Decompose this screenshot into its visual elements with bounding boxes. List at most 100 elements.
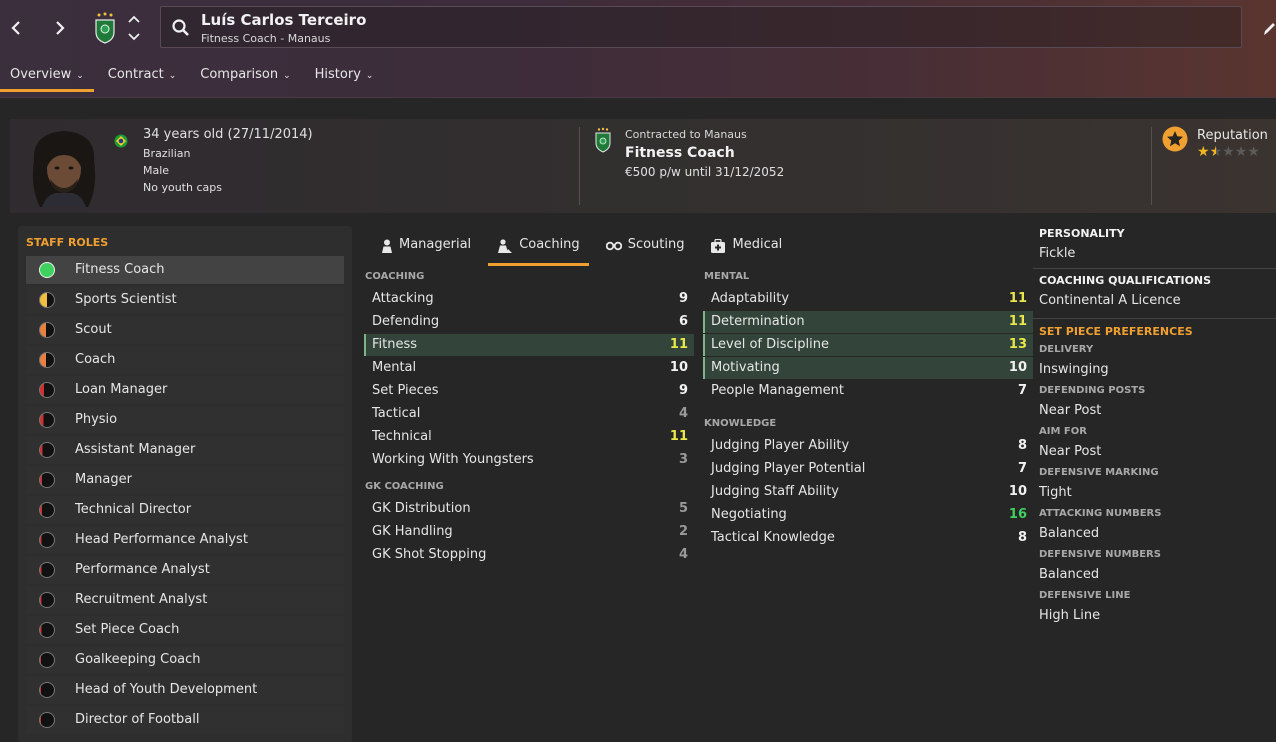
role-suitability-icon bbox=[39, 652, 55, 668]
back-arrow-icon[interactable] bbox=[2, 14, 30, 42]
attribute-row[interactable]: Judging Player Potential 7 bbox=[703, 458, 1033, 480]
tab-comparison[interactable]: Comparison ⌄ bbox=[190, 58, 300, 90]
role-row[interactable]: Recruitment Analyst bbox=[26, 586, 344, 614]
tab-managerial[interactable]: Managerial bbox=[372, 230, 480, 266]
set-piece-pref-value: Near Post bbox=[1039, 444, 1102, 459]
reputation-star-icon bbox=[1162, 126, 1188, 152]
role-row[interactable]: Head of Youth Development bbox=[26, 676, 344, 704]
club-badge-icon[interactable] bbox=[94, 12, 116, 44]
attribute-row[interactable]: Level of Discipline 13 bbox=[703, 334, 1033, 356]
forward-arrow-icon[interactable] bbox=[46, 14, 74, 42]
edit-pencil-icon[interactable] bbox=[1262, 18, 1276, 38]
attribute-row[interactable]: GK Shot Stopping 4 bbox=[364, 544, 694, 566]
attribute-name: Judging Staff Ability bbox=[711, 484, 839, 499]
role-label: Set Piece Coach bbox=[75, 622, 180, 637]
attribute-name: Mental bbox=[372, 360, 417, 375]
role-row[interactable]: Performance Analyst bbox=[26, 556, 344, 584]
attribute-row[interactable]: Set Pieces 9 bbox=[364, 380, 694, 402]
set-piece-pref-value: High Line bbox=[1039, 608, 1101, 623]
role-row[interactable]: Coach bbox=[26, 346, 344, 374]
tab-overview[interactable]: Overview ⌄ bbox=[0, 58, 94, 92]
role-row[interactable]: Manager bbox=[26, 466, 344, 494]
attribute-name: Attacking bbox=[372, 291, 434, 306]
tab-label: Overview bbox=[10, 67, 72, 82]
attribute-row[interactable]: Judging Player Ability 8 bbox=[703, 435, 1033, 457]
attribute-value: 11 bbox=[669, 429, 688, 444]
role-suitability-icon bbox=[39, 562, 55, 578]
attribute-row[interactable]: Technical 11 bbox=[364, 426, 694, 448]
role-row[interactable]: Physio bbox=[26, 406, 344, 434]
set-piece-pref-label: DELIVERY bbox=[1039, 344, 1094, 355]
tab-coaching[interactable]: Coaching bbox=[488, 230, 589, 266]
contract-label: Contracted to Manaus bbox=[625, 128, 747, 141]
star-icon: ★ bbox=[1234, 144, 1248, 160]
tab-medical[interactable]: Medical bbox=[701, 230, 791, 266]
role-row[interactable]: Assistant Manager bbox=[26, 436, 344, 464]
role-row[interactable]: Goalkeeping Coach bbox=[26, 646, 344, 674]
role-suitability-icon bbox=[39, 382, 55, 398]
personality-title: PERSONALITY bbox=[1039, 227, 1125, 240]
switch-updown-icon[interactable] bbox=[126, 13, 142, 43]
role-row[interactable]: Technical Director bbox=[26, 496, 344, 524]
staff-search-box[interactable]: Luís Carlos Terceiro Fitness Coach - Man… bbox=[160, 6, 1242, 48]
star-icon: ★ bbox=[1222, 144, 1235, 160]
role-suitability-icon bbox=[39, 532, 55, 548]
attribute-value: 11 bbox=[669, 337, 688, 352]
attribute-row[interactable]: Fitness 11 bbox=[364, 334, 694, 356]
staff-age: 34 years old (27/11/2014) bbox=[143, 127, 313, 142]
divider bbox=[1033, 268, 1276, 269]
attribute-row[interactable]: Judging Staff Ability 10 bbox=[703, 481, 1033, 503]
attribute-row[interactable]: Attacking 9 bbox=[364, 288, 694, 310]
attribute-row[interactable]: Motivating 10 bbox=[703, 357, 1033, 379]
attribute-row[interactable]: GK Distribution 5 bbox=[364, 498, 694, 520]
attribute-value: 8 bbox=[1017, 438, 1027, 453]
attribute-row[interactable]: Defending 6 bbox=[364, 311, 694, 333]
tab-label: Scouting bbox=[627, 237, 685, 252]
tab-contract[interactable]: Contract ⌄ bbox=[98, 58, 186, 90]
attribute-name: Level of Discipline bbox=[711, 337, 829, 352]
role-suitability-icon bbox=[39, 592, 55, 608]
role-label: Manager bbox=[75, 472, 132, 487]
role-row[interactable]: Loan Manager bbox=[26, 376, 344, 404]
attribute-value: 13 bbox=[1008, 337, 1027, 352]
tab-scouting[interactable]: Scouting bbox=[597, 230, 694, 266]
role-suitability-icon bbox=[39, 682, 55, 698]
role-row[interactable]: Fitness Coach bbox=[26, 256, 344, 284]
tab-history[interactable]: History ⌄ bbox=[305, 58, 384, 90]
attribute-row[interactable]: People Management 7 bbox=[703, 380, 1033, 402]
attribute-name: GK Shot Stopping bbox=[372, 547, 487, 562]
attribute-row[interactable]: Tactical Knowledge 8 bbox=[703, 527, 1033, 549]
contract-club-badge-icon[interactable] bbox=[595, 127, 611, 153]
attribute-row[interactable]: Working With Youngsters 3 bbox=[364, 449, 694, 471]
set-piece-pref-label: ATTACKING NUMBERS bbox=[1039, 508, 1162, 519]
set-piece-pref-label: AIM FOR bbox=[1039, 426, 1087, 437]
attribute-row[interactable]: Determination 11 bbox=[703, 311, 1033, 333]
role-row[interactable]: Sports Scientist bbox=[26, 286, 344, 314]
attribute-row[interactable]: Tactical 4 bbox=[364, 403, 694, 425]
role-suitability-icon bbox=[39, 442, 55, 458]
attribute-row[interactable]: Negotiating 16 bbox=[703, 504, 1033, 526]
attribute-tabs: Managerial Coaching Scouting Medical bbox=[372, 230, 799, 266]
set-piece-pref-label: DEFENSIVE MARKING bbox=[1039, 467, 1159, 478]
role-row[interactable]: Director of Football bbox=[26, 706, 344, 734]
role-row[interactable]: Set Piece Coach bbox=[26, 616, 344, 644]
attribute-name: People Management bbox=[711, 383, 844, 398]
role-suitability-icon bbox=[39, 322, 55, 338]
profile-strip: 34 years old (27/11/2014) Brazilian Male… bbox=[10, 119, 1276, 213]
chevron-down-icon: ⌄ bbox=[283, 71, 291, 81]
attribute-name: Technical bbox=[372, 429, 432, 444]
role-row[interactable]: Head Performance Analyst bbox=[26, 526, 344, 554]
attribute-row[interactable]: Mental 10 bbox=[364, 357, 694, 379]
role-label: Coach bbox=[75, 352, 116, 367]
attribute-value: 5 bbox=[678, 501, 688, 516]
divider bbox=[1151, 127, 1152, 205]
reputation-label: Reputation bbox=[1197, 128, 1268, 143]
attribute-row[interactable]: Adaptability 11 bbox=[703, 288, 1033, 310]
role-row[interactable]: Scout bbox=[26, 316, 344, 344]
coaching-icon bbox=[498, 239, 513, 253]
attribute-name: Determination bbox=[711, 314, 805, 329]
attribute-row[interactable]: GK Handling 2 bbox=[364, 521, 694, 543]
attribute-value: 7 bbox=[1017, 461, 1027, 476]
attribute-name: Defending bbox=[372, 314, 440, 329]
search-icon[interactable] bbox=[171, 18, 191, 38]
